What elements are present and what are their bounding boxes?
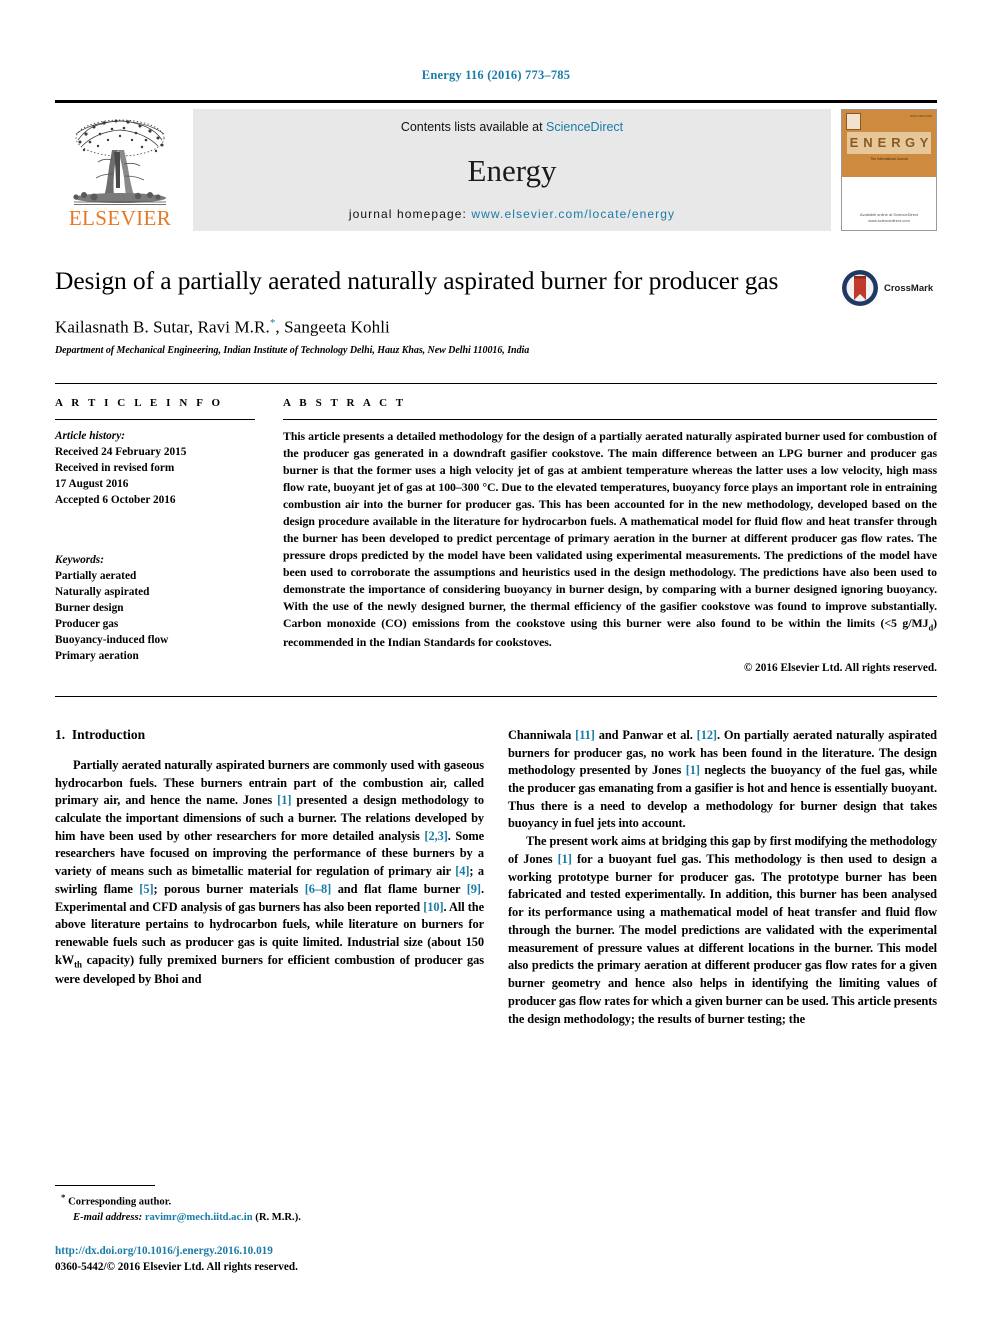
article-info-rule	[55, 418, 255, 420]
history-line: Accepted 6 October 2016	[55, 493, 176, 506]
history-line: Received 24 February 2015	[55, 445, 187, 458]
article-info-column: A R T I C L E I N F O Article history: R…	[55, 397, 283, 674]
text-run: for a buoyant fuel gas. This methodology…	[508, 851, 937, 1026]
paragraph-present-work: The present work aims at bridging this g…	[508, 833, 937, 1028]
citation-link[interactable]: [1]	[686, 763, 700, 777]
body-columns: 1. Introduction Partially aerated natura…	[55, 727, 937, 1028]
journal-band: Contents lists available at ScienceDirec…	[193, 109, 831, 231]
abstract-heading: A B S T R A C T	[283, 396, 407, 409]
text-run: and flat flame burner	[331, 881, 467, 896]
crossmark-badge[interactable]: CrossMark	[841, 265, 937, 307]
authors-main: Kailasnath B. Sutar, Ravi M.R.	[55, 317, 270, 337]
journal-homepage-line: journal homepage: www.elsevier.com/locat…	[349, 207, 675, 221]
section-title-text: Introduction	[71, 726, 146, 742]
body-column-left: 1. Introduction Partially aerated natura…	[55, 727, 484, 1028]
section-heading-introduction: 1. Introduction	[55, 727, 484, 743]
cover-publisher-note: Available online at ScienceDirect www.sc…	[859, 212, 919, 223]
paragraph-intro-right-cont: Channiwala [11] and Panwar et al. [12]. …	[508, 727, 937, 833]
body-column-right: Channiwala [11] and Panwar et al. [12]. …	[508, 727, 937, 1028]
article-info-heading: A R T I C L E I N F O	[55, 396, 224, 409]
email-label: E-mail address:	[73, 1212, 143, 1224]
contents-available-line: Contents lists available at ScienceDirec…	[401, 120, 623, 134]
keyword-item: Burner design	[55, 602, 124, 615]
abstract-body: This article presents a detailed methodo…	[283, 428, 937, 631]
citation-link[interactable]: [4]	[455, 864, 469, 878]
paragraph-intro-left: Partially aerated naturally aspirated bu…	[55, 757, 484, 989]
email-suffix: (R. M.R.).	[252, 1212, 301, 1224]
text-run: and Panwar et al.	[594, 727, 697, 742]
email-link[interactable]: ravimr@mech.iitd.ac.in	[145, 1212, 253, 1223]
citation-link[interactable]: [10]	[423, 900, 443, 914]
contents-prefix: Contents lists available at	[400, 120, 547, 134]
history-line: Received in revised form	[55, 461, 175, 474]
page-title: Design of a partially aerated naturally …	[55, 266, 779, 295]
crossmark-label: CrossMark	[884, 282, 934, 294]
citation-link[interactable]: [11]	[575, 728, 595, 742]
affiliation: Department of Mechanical Engineering, In…	[55, 344, 530, 356]
corresponding-author-note: * Corresponding author.	[55, 1191, 485, 1210]
journal-title: Energy	[467, 153, 557, 188]
article-page: Energy 116 (2016) 773–785 ELSEVIER Conte…	[0, 0, 992, 1323]
text-run: ; porous burner materials	[153, 881, 305, 896]
authors-tail: , Sangeeta Kohli	[275, 317, 390, 337]
keyword-item: Producer gas	[55, 618, 119, 631]
keyword-item: Naturally aspirated	[55, 585, 150, 598]
doi-link[interactable]: http://dx.doi.org/10.1016/j.energy.2016.…	[55, 1243, 485, 1259]
keyword-item: Buoyancy-induced flow	[55, 634, 169, 647]
cover-top-panel: ISSN 0360-5442 ENERGY The International …	[842, 110, 936, 178]
doi-block: http://dx.doi.org/10.1016/j.energy.2016.…	[55, 1243, 485, 1275]
elsevier-tree-icon	[73, 119, 166, 205]
homepage-url-link[interactable]: www.elsevier.com/locate/energy	[471, 207, 675, 221]
homepage-prefix: journal homepage:	[348, 207, 472, 221]
sciencedirect-link[interactable]: ScienceDirect	[546, 120, 623, 134]
citation-link[interactable]: [2,3]	[424, 829, 447, 843]
footnote-rule	[55, 1185, 155, 1187]
journal-cover-thumbnail[interactable]: ISSN 0360-5442 ENERGY The International …	[841, 109, 937, 231]
journal-masthead: ELSEVIER Contents lists available at Sci…	[55, 100, 937, 231]
copyright-line: © 2016 Elsevier Ltd. All rights reserved…	[743, 661, 937, 674]
cover-energy-letters: ENERGY	[847, 132, 931, 154]
crossmark-icon	[842, 270, 878, 306]
title-block: Design of a partially aerated naturally …	[55, 265, 937, 356]
cover-corner-note: ISSN 0360-5442	[909, 114, 932, 118]
issn-copyright-line: 0360-5442/© 2016 Elsevier Ltd. All right…	[55, 1260, 298, 1273]
section-number: 1.	[55, 726, 66, 742]
cover-subtitle: The International Journal	[870, 157, 908, 161]
citation-link[interactable]: [9]	[467, 882, 481, 896]
text-run: capacity) fully premixed burners for eff…	[55, 952, 484, 987]
running-head: Energy 116 (2016) 773–785	[421, 68, 571, 82]
abstract-text: This article presents a detailed methodo…	[283, 428, 937, 651]
citation-link[interactable]: [6–8]	[305, 882, 332, 896]
abstract-rule	[283, 418, 937, 420]
abstract-column: A B S T R A C T This article presents a …	[283, 397, 937, 674]
citation-link[interactable]: [1]	[277, 793, 291, 807]
citation-link[interactable]: [5]	[139, 882, 153, 896]
author-list: Kailasnath B. Sutar, Ravi M.R.*, Sangeet…	[55, 317, 823, 338]
elsevier-wordmark: ELSEVIER	[68, 206, 172, 230]
page-footnote: * Corresponding author. E-mail address: …	[55, 1185, 485, 1275]
keyword-item: Partially aerated	[55, 569, 137, 582]
article-history-label: Article history:	[55, 429, 125, 442]
corresponding-author-text: Corresponding author.	[65, 1196, 172, 1208]
info-abstract-section: A R T I C L E I N F O Article history: R…	[55, 382, 937, 674]
email-note: E-mail address: ravimr@mech.iitd.ac.in (…	[55, 1210, 485, 1225]
keywords-block: Keywords: Partially aerated Naturally as…	[55, 552, 255, 664]
body-divider	[55, 695, 937, 697]
citation-link[interactable]: [12]	[697, 728, 717, 742]
subscript-th: th	[74, 959, 82, 970]
citation-link[interactable]: [1]	[558, 852, 572, 866]
history-line: 17 August 2016	[55, 477, 129, 490]
keyword-item: Primary aeration	[55, 650, 139, 663]
cover-logo-box	[846, 113, 861, 130]
text-run: Channiwala	[508, 727, 576, 742]
title-text-wrap: Design of a partially aerated naturally …	[55, 265, 841, 356]
keywords-label: Keywords:	[55, 553, 104, 566]
elsevier-logo: ELSEVIER	[55, 109, 185, 231]
cover-bottom-panel: Available online at ScienceDirect www.sc…	[842, 177, 936, 230]
